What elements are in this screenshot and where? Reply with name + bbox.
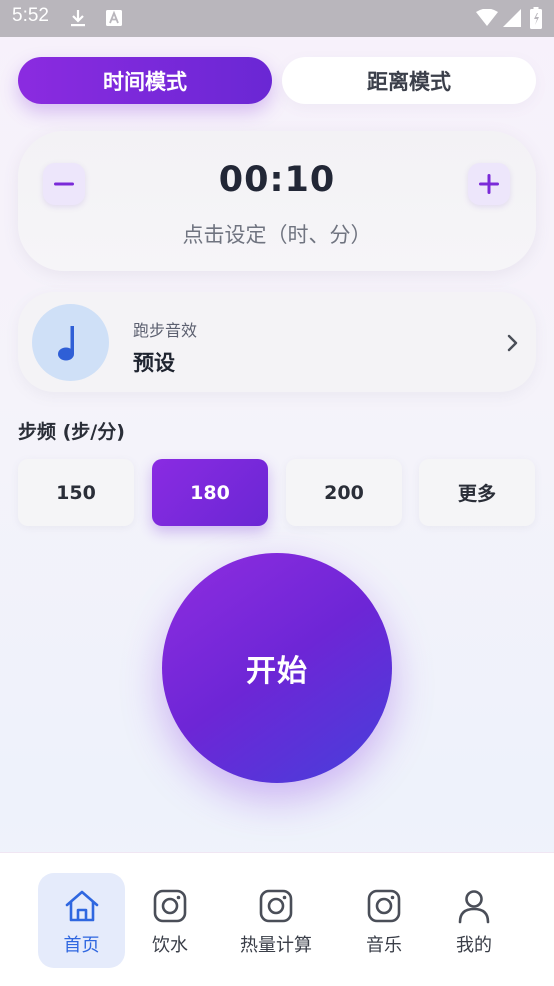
nav-label-profile: 我的 bbox=[456, 935, 492, 956]
person-icon bbox=[458, 890, 490, 924]
status-time: 5:52 bbox=[12, 5, 49, 26]
nav-item-water[interactable]: 饮水 bbox=[130, 873, 210, 968]
sound-label: 跑步音效 bbox=[133, 321, 198, 340]
nav-label-music: 音乐 bbox=[366, 935, 402, 956]
music-note-icon bbox=[57, 325, 74, 360]
download-icon bbox=[71, 10, 85, 27]
instagram-icon bbox=[153, 889, 187, 923]
music-icon-badge bbox=[32, 304, 109, 381]
start-button[interactable]: 开始 bbox=[162, 553, 392, 783]
wifi-icon bbox=[476, 9, 498, 26]
cadence-option-180[interactable]: 180 bbox=[152, 459, 268, 526]
chevron-right-icon[interactable] bbox=[503, 332, 523, 354]
nav-label-home: 首页 bbox=[63, 935, 100, 956]
nav-label-calorie: 热量计算 bbox=[240, 935, 312, 956]
battery-icon bbox=[530, 7, 542, 29]
tab-distance-mode[interactable]: 距离模式 bbox=[282, 57, 536, 104]
nav-label-water: 饮水 bbox=[152, 935, 188, 956]
cadence-option-more[interactable]: 更多 bbox=[419, 459, 535, 526]
cadence-label: 步频 (步/分) bbox=[18, 421, 125, 443]
tab-time-mode[interactable]: 时间模式 bbox=[18, 57, 272, 104]
timer-hint: 点击设定（时、分） bbox=[182, 223, 372, 247]
timer-card[interactable] bbox=[18, 131, 536, 271]
nav-item-music[interactable]: 音乐 bbox=[344, 873, 424, 968]
instagram-icon bbox=[259, 889, 293, 923]
cadence-option-200[interactable]: 200 bbox=[286, 459, 402, 526]
nav-item-calorie[interactable]: 热量计算 bbox=[230, 873, 322, 968]
sound-value: 预设 bbox=[133, 351, 175, 375]
instagram-icon bbox=[367, 889, 401, 923]
signal-icon bbox=[503, 9, 521, 27]
app-notification-icon bbox=[106, 10, 122, 26]
home-icon bbox=[65, 890, 98, 922]
nav-item-home[interactable]: 首页 bbox=[38, 873, 125, 968]
nav-item-profile[interactable]: 我的 bbox=[434, 873, 514, 968]
cadence-option-150[interactable]: 150 bbox=[18, 459, 134, 526]
timer-value[interactable]: 00:10 bbox=[0, 160, 554, 200]
